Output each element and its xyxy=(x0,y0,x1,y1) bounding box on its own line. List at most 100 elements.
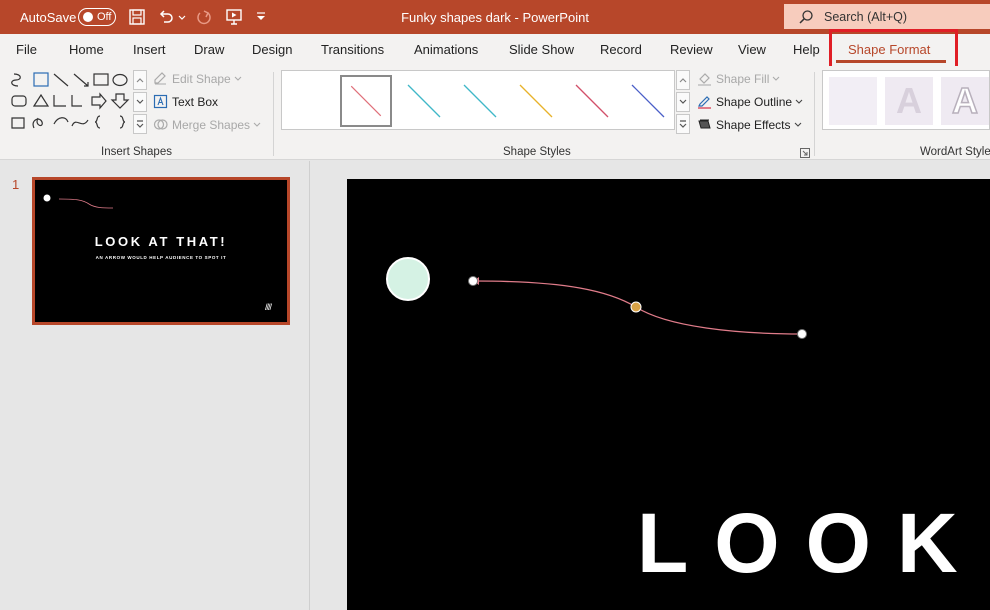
shape-styles-gallery xyxy=(281,70,675,130)
shape-fill-button[interactable]: Shape Fill xyxy=(697,71,784,86)
slide-shapes-layer xyxy=(386,257,807,339)
styles-more[interactable] xyxy=(676,114,690,134)
autosave-label: AutoSave xyxy=(20,9,77,25)
shape-style-swatch[interactable] xyxy=(566,75,618,127)
shape-style-swatch[interactable] xyxy=(340,75,392,127)
tab-design[interactable]: Design xyxy=(252,34,292,66)
shape-style-swatch[interactable] xyxy=(398,75,450,127)
shape-effects-icon xyxy=(698,119,711,129)
wordart-style-swatch[interactable]: A xyxy=(885,77,933,125)
connector-adjust-handle[interactable] xyxy=(630,301,642,313)
tab-help[interactable]: Help xyxy=(793,34,820,66)
edit-shape-label: Edit Shape xyxy=(172,71,231,86)
redo-icon[interactable] xyxy=(195,8,213,26)
chevron-down-icon xyxy=(136,99,144,104)
text-box-button[interactable]: Text Box xyxy=(153,94,218,109)
tab-draw[interactable]: Draw xyxy=(194,34,224,66)
search-icon xyxy=(799,9,813,24)
connector-start-handle[interactable] xyxy=(468,276,478,286)
line-shape-icon xyxy=(53,73,69,87)
thumbnail-title: LOOK AT THAT! xyxy=(94,234,228,249)
slide-thumbnail-pane: 1 LOOK AT THAT! AN ARROW WOULD HELP AUDI… xyxy=(0,161,310,610)
gallery-scroll-up[interactable] xyxy=(133,70,147,90)
triangle-shape-icon xyxy=(32,93,50,107)
more-icon xyxy=(679,120,687,128)
text-box-icon xyxy=(153,94,168,109)
tab-review[interactable]: Review xyxy=(670,34,713,66)
edit-shape-button[interactable]: Edit Shape xyxy=(153,71,246,86)
dropdown-icon xyxy=(795,99,803,104)
tab-home[interactable]: Home xyxy=(69,34,104,66)
dropdown-icon xyxy=(772,76,780,81)
chevron-down-icon xyxy=(679,99,687,104)
insert-shapes-group-label: Insert Shapes xyxy=(101,146,172,158)
styles-gallery-scroll xyxy=(676,70,690,136)
accent-circle-shape[interactable] xyxy=(386,257,430,301)
tab-transitions[interactable]: Transitions xyxy=(321,34,384,66)
undo-icon[interactable] xyxy=(157,8,175,26)
tab-slide-show[interactable]: Slide Show xyxy=(509,34,574,66)
merge-shapes-button[interactable]: Merge Shapes xyxy=(153,117,265,132)
shape-style-swatch[interactable] xyxy=(622,75,674,127)
wordart-style-swatch[interactable] xyxy=(829,77,877,125)
oval-shape-icon xyxy=(112,73,128,87)
thumbnail-canvas: LOOK AT THAT! AN ARROW WOULD HELP AUDIEN… xyxy=(37,182,285,320)
shapes-gallery-scroll xyxy=(133,70,147,136)
shape-style-swatch[interactable] xyxy=(510,75,562,127)
slide-canvas[interactable]: LOOK xyxy=(347,179,990,610)
tab-insert[interactable]: Insert xyxy=(133,34,166,66)
shapes-gallery[interactable] xyxy=(8,70,132,134)
freeform-shape-icon xyxy=(11,73,21,87)
toggle-knob xyxy=(83,12,93,22)
rectangle-shape-icon xyxy=(93,73,109,86)
search-box[interactable]: Search (Alt+Q) xyxy=(784,4,990,29)
styles-scroll-down[interactable] xyxy=(676,92,690,112)
shape-effects-label: Shape Effects xyxy=(716,117,791,132)
connector-end-handle[interactable] xyxy=(797,329,807,339)
autosave-state: Off xyxy=(97,11,112,23)
styles-scroll-up[interactable] xyxy=(676,70,690,90)
thumbnail-hatch-decoration: //// xyxy=(265,302,272,312)
dropdown-icon xyxy=(253,122,261,127)
merge-shapes-icon xyxy=(153,119,168,130)
curve-shape-icon xyxy=(71,119,89,127)
edit-shape-icon xyxy=(154,72,166,85)
merge-shapes-label: Merge Shapes xyxy=(172,117,251,132)
arc-shape-icon xyxy=(53,117,69,125)
slide-title-text[interactable]: LOOK xyxy=(637,501,984,585)
scribble-shape-icon xyxy=(32,117,43,129)
left-brace-shape-icon xyxy=(94,115,101,129)
powerpoint-window: AutoSave Off Funky shapes dark - PowerPo… xyxy=(0,0,990,610)
chevron-up-icon xyxy=(136,78,144,83)
tab-view[interactable]: View xyxy=(738,34,766,66)
shape-effects-button[interactable]: Shape Effects xyxy=(697,117,806,132)
pen-outline-icon xyxy=(698,96,711,109)
present-from-beginning-icon[interactable] xyxy=(225,8,243,26)
undo-dropdown-icon[interactable] xyxy=(177,8,187,26)
autosave-toggle[interactable]: Off xyxy=(78,8,116,26)
slide-number: 1 xyxy=(12,177,20,192)
more-icon xyxy=(136,120,144,128)
wordart-style-swatch[interactable]: A xyxy=(941,77,989,125)
search-placeholder: Search (Alt+Q) xyxy=(824,9,908,24)
annotation-highlight-box xyxy=(829,29,958,70)
dropdown-icon xyxy=(794,122,801,127)
chevron-up-icon xyxy=(679,78,687,83)
dialog-launcher-icon[interactable] xyxy=(800,148,810,158)
customize-toolbar-icon[interactable] xyxy=(254,8,268,26)
save-icon[interactable] xyxy=(128,8,146,26)
shape-style-swatch[interactable] xyxy=(454,75,506,127)
arrow-line-shape-icon xyxy=(73,73,89,87)
tab-animations[interactable]: Animations xyxy=(414,34,478,66)
gallery-scroll-down[interactable] xyxy=(133,92,147,112)
snip-rect-shape-icon xyxy=(11,117,25,129)
gallery-more[interactable] xyxy=(133,114,147,134)
shape-outline-button[interactable]: Shape Outline xyxy=(697,94,807,109)
paint-bucket-icon xyxy=(698,73,711,86)
group-separator xyxy=(814,72,815,156)
tab-record[interactable]: Record xyxy=(600,34,642,66)
tab-file[interactable]: File xyxy=(16,34,37,66)
right-brace-shape-icon xyxy=(119,115,126,129)
slide-thumbnail-1[interactable]: LOOK AT THAT! AN ARROW WOULD HELP AUDIEN… xyxy=(32,177,290,325)
group-separator xyxy=(273,72,274,156)
